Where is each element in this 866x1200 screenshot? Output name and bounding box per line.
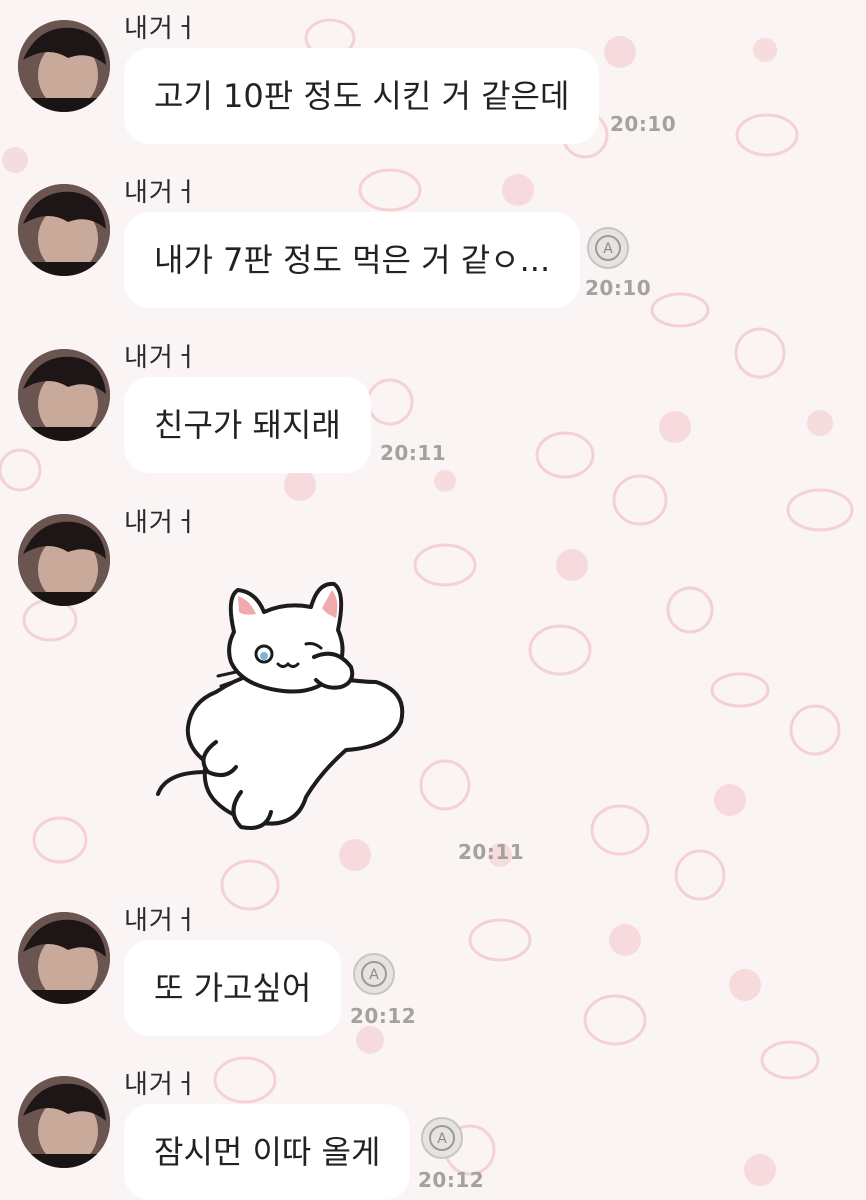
translate-icon[interactable]: A xyxy=(420,1116,464,1160)
sender-name: 내거ㅓ xyxy=(124,906,199,936)
avatar[interactable] xyxy=(18,20,110,112)
sender-name: 내거ㅓ xyxy=(124,1070,199,1100)
message-bubble[interactable]: 또 가고싶어 xyxy=(124,940,342,1036)
message-time: 20:11 xyxy=(380,441,447,465)
sender-name: 내거ㅓ xyxy=(124,14,199,44)
avatar[interactable] xyxy=(18,514,110,606)
translate-icon[interactable]: A xyxy=(586,226,630,270)
sender-name: 내거ㅓ xyxy=(124,343,199,373)
white-cat-sticker[interactable] xyxy=(146,572,416,842)
message-time: 20:12 xyxy=(418,1168,485,1192)
message-time: 20:10 xyxy=(585,276,652,300)
message-time: 20:12 xyxy=(350,1004,417,1028)
avatar[interactable] xyxy=(18,349,110,441)
message-bubble[interactable]: 내가 7판 정도 먹은 거 같ㅇ... xyxy=(124,212,581,308)
message-bubble[interactable]: 친구가 돼지래 xyxy=(124,377,371,473)
sender-name: 내거ㅓ xyxy=(124,178,199,208)
avatar[interactable] xyxy=(18,912,110,1004)
message-bubble[interactable]: 고기 10판 정도 시킨 거 같은데 xyxy=(124,48,600,144)
svg-text:A: A xyxy=(369,967,379,983)
message-time: 20:10 xyxy=(610,112,677,136)
svg-text:A: A xyxy=(437,1131,447,1147)
message-bubble[interactable]: 잠시먼 이따 올게 xyxy=(124,1104,411,1200)
sender-name: 내거ㅓ xyxy=(124,508,199,538)
avatar[interactable] xyxy=(18,1076,110,1168)
message-time: 20:11 xyxy=(458,840,525,864)
translate-icon[interactable]: A xyxy=(352,952,396,996)
avatar[interactable] xyxy=(18,184,110,276)
svg-text:A: A xyxy=(603,241,613,257)
